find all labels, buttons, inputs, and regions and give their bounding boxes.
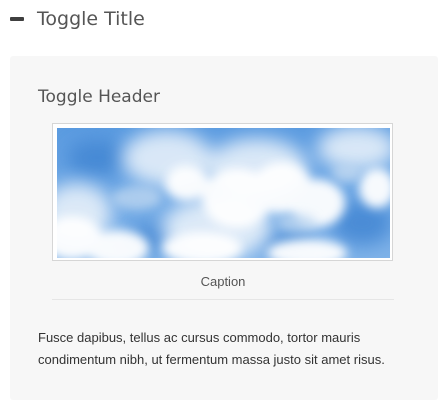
caption-divider — [52, 299, 394, 300]
toggle-widget: Toggle Title Toggle Header Caption Fusce… — [0, 0, 448, 409]
toggle-title[interactable]: Toggle Title — [37, 6, 145, 32]
toggle-header-bar[interactable]: Toggle Title — [0, 0, 448, 38]
toggle-panel: Toggle Header Caption Fusce dapibus, tel… — [10, 56, 438, 400]
cloud-sky-image — [57, 128, 390, 258]
image-caption: Caption — [200, 274, 246, 289]
panel-header: Toggle Header — [38, 87, 160, 107]
minus-icon[interactable] — [10, 17, 24, 21]
panel-body-text: Fusce dapibus, tellus ac cursus commodo,… — [38, 330, 385, 367]
image-frame — [52, 123, 393, 261]
